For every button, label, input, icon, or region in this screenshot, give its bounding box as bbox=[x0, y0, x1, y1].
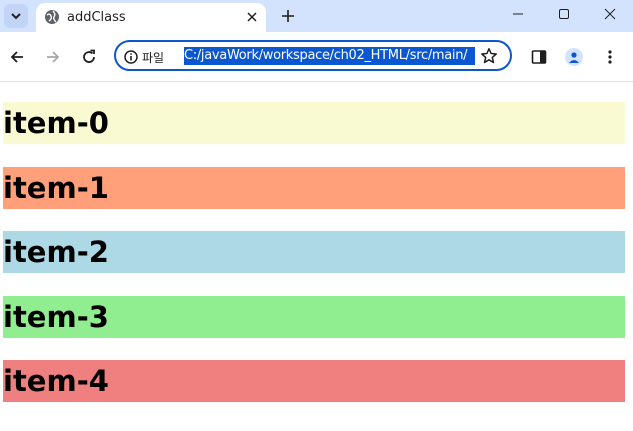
side-panel-icon bbox=[531, 50, 547, 64]
bookmark-button[interactable] bbox=[479, 46, 499, 66]
address-bar[interactable]: 파일 C:/javaWork/workspace/ch02_HTML/src/m… bbox=[114, 40, 512, 71]
minimize-button[interactable] bbox=[495, 0, 541, 28]
item-block: item-3 bbox=[3, 296, 625, 338]
maximize-icon bbox=[559, 9, 569, 19]
menu-button[interactable] bbox=[597, 44, 623, 70]
plus-icon bbox=[282, 10, 294, 22]
item-block: item-2 bbox=[3, 231, 625, 273]
tab-close-button[interactable] bbox=[243, 8, 261, 26]
side-panel-button[interactable] bbox=[526, 44, 552, 70]
item-block: item-0 bbox=[3, 102, 625, 144]
globe-icon bbox=[45, 10, 59, 24]
new-tab-button[interactable] bbox=[276, 4, 300, 28]
maximize-button[interactable] bbox=[541, 0, 587, 28]
page-content: item-0 item-1 item-2 item-3 item-4 bbox=[0, 82, 633, 431]
star-icon bbox=[481, 48, 497, 64]
arrow-left-icon bbox=[10, 51, 23, 63]
browser-tab[interactable]: addClass bbox=[36, 3, 266, 32]
browser-toolbar: 파일 C:/javaWork/workspace/ch02_HTML/src/m… bbox=[0, 32, 633, 82]
chevron-down-icon bbox=[11, 13, 21, 20]
tab-search-button[interactable] bbox=[4, 4, 28, 28]
window-close-button[interactable] bbox=[587, 0, 633, 28]
item-label: item-0 bbox=[3, 106, 109, 140]
arrow-right-icon bbox=[47, 51, 60, 63]
site-info-label: 파일 bbox=[142, 50, 165, 65]
back-button[interactable] bbox=[5, 45, 29, 69]
tab-title: addClass bbox=[67, 10, 126, 25]
close-icon bbox=[247, 12, 257, 22]
info-icon bbox=[124, 50, 138, 64]
item-label: item-2 bbox=[3, 235, 109, 269]
item-block: item-4 bbox=[3, 360, 625, 402]
item-block: item-1 bbox=[3, 167, 625, 209]
reload-button[interactable] bbox=[77, 45, 101, 69]
url-input[interactable]: C:/javaWork/workspace/ch02_HTML/src/main… bbox=[184, 47, 475, 65]
item-label: item-1 bbox=[3, 171, 109, 205]
item-label: item-3 bbox=[3, 300, 109, 334]
forward-button[interactable] bbox=[41, 45, 65, 69]
person-icon bbox=[569, 52, 579, 63]
close-icon bbox=[604, 8, 616, 20]
more-vertical-icon bbox=[608, 50, 612, 64]
site-info-button[interactable]: 파일 bbox=[124, 48, 164, 66]
item-label: item-4 bbox=[3, 364, 109, 398]
minimize-icon bbox=[513, 13, 523, 15]
avatar bbox=[565, 48, 583, 66]
reload-icon bbox=[83, 49, 95, 63]
profile-button[interactable] bbox=[561, 44, 587, 70]
tab-strip: addClass bbox=[0, 0, 633, 32]
